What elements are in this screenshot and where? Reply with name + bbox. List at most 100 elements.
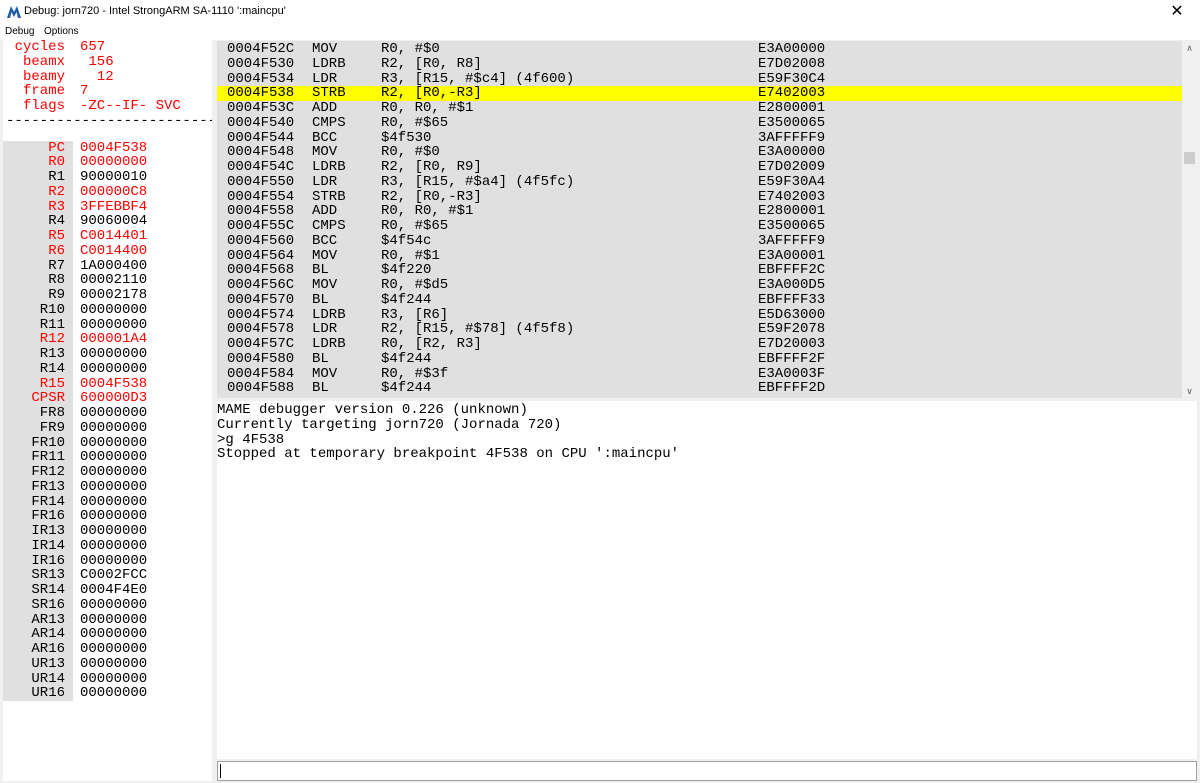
register-value[interactable]: 000000C8	[80, 184, 147, 200]
disasm-row[interactable]: 0004F578 LDR R2, [R15, #$78] (4f5f8) E59F20…	[217, 322, 1182, 337]
disasm-row[interactable]: 0004F588 BL $4f244 EBFFFF2D	[217, 381, 1182, 396]
disasm-address: 0004F53C	[227, 100, 295, 116]
register-value[interactable]: 00000000	[80, 627, 147, 642]
disasm-hex: E5D63000	[758, 306, 826, 323]
register-value[interactable]: 00000000	[80, 686, 147, 701]
disasm-row[interactable]: 0004F574 LDRB R3, [R6] E5D63000	[217, 306, 1182, 323]
cpu-state-panel[interactable]: cycles 657 beamx 156 beamy 12 frame 7 flags -ZC…	[3, 40, 212, 781]
register-value[interactable]: 00000000	[80, 317, 147, 333]
disasm-row[interactable]: 0004F52C MOV R0, #$0 E3A00000	[217, 42, 1182, 57]
disasm-row[interactable]: 0004F548 MOV R0, #$0 E3A00000	[217, 145, 1182, 160]
disasm-operands: $4f530	[381, 129, 432, 146]
close-button[interactable]: ✕	[1154, 0, 1200, 24]
register-value[interactable]: 0004F538	[80, 376, 147, 392]
register-value[interactable]: 00000000	[80, 642, 147, 657]
register-value[interactable]: 00000000	[80, 435, 147, 451]
register-value[interactable]: 600000D3	[80, 391, 147, 406]
register-value[interactable]: 00000000	[80, 465, 147, 480]
register-label: FR16	[31, 508, 65, 525]
disasm-opcode: MOV	[312, 247, 338, 264]
register-label: FR14	[31, 493, 65, 510]
disasm-row[interactable]: 0004F54C LDRB R2, [R0, R9] E7D02009	[217, 160, 1182, 175]
state-value: 156	[80, 53, 114, 70]
register-label: R1	[48, 169, 65, 185]
state-label: cycles	[14, 40, 65, 55]
register-value[interactable]: 00000000	[80, 494, 147, 510]
menu-options[interactable]: Options	[44, 26, 78, 37]
register-value[interactable]: 00000000	[80, 671, 147, 687]
disasm-row[interactable]: 0004F550 LDR R3, [R15, #$a4] (4f5fc) E59F30…	[217, 174, 1182, 190]
scroll-thumb[interactable]	[1184, 152, 1195, 164]
register-value[interactable]: 0004F538	[80, 140, 147, 156]
register-value[interactable]: 00000000	[80, 524, 147, 539]
disasm-row[interactable]: 0004F554 STRB R2, [R0,-R3] E7402003	[217, 189, 1182, 205]
register-value[interactable]: C0014400	[80, 243, 147, 259]
register-value[interactable]: 00000000	[80, 509, 147, 524]
register-label: FR11	[31, 449, 65, 466]
register-value[interactable]: 1A000400	[80, 258, 147, 274]
register-value[interactable]: 00000000	[80, 597, 147, 613]
state-value: 12	[80, 68, 114, 85]
disasm-row[interactable]: 0004F580 BL $4f244 EBFFFF2F	[217, 350, 1182, 367]
disasm-opcode: BL	[312, 262, 329, 279]
disasm-hex: EBFFFF2F	[758, 350, 826, 367]
disasm-row[interactable]: 0004F540 CMPS R0, #$65 E3500065	[217, 114, 1182, 131]
disasm-row[interactable]: 0004F544 BCC $4f530 3AFFFFF9	[217, 129, 1182, 146]
register-value[interactable]: 90060004	[80, 214, 147, 229]
disasm-opcode: MOV	[312, 365, 338, 382]
register-value[interactable]: 90000010	[80, 170, 147, 185]
scroll-down-arrow-icon[interactable]: ∨	[1182, 384, 1197, 398]
disasm-row[interactable]: 0004F568 BL $4f220 EBFFFF2C	[217, 263, 1182, 278]
register-value[interactable]: 00000000	[80, 656, 147, 672]
register-label: R11	[39, 316, 65, 333]
register-value[interactable]: 00000000	[80, 420, 147, 436]
register-value[interactable]: 00000000	[80, 361, 147, 377]
disassembly-scrollbar[interactable]: ∧ ∨	[1182, 41, 1197, 398]
disasm-row[interactable]: 0004F53C ADD R0, R0, #$1 E2800001	[217, 101, 1182, 116]
disasm-row[interactable]: 0004F57C LDRB R0, [R2, R3] E7D20003	[217, 337, 1182, 352]
disasm-row[interactable]: 0004F570 BL $4f244 EBFFFF33	[217, 292, 1182, 308]
disasm-row[interactable]: 0004F55C CMPS R0, #$65 E3500065	[217, 219, 1182, 234]
register-value[interactable]: 3FFEBBF4	[80, 199, 147, 215]
register-value[interactable]: 00000000	[80, 450, 147, 465]
register-label: FR10	[31, 434, 65, 451]
disasm-row[interactable]: 0004F560 BCC $4f54c 3AFFFFF9	[217, 232, 1182, 249]
console-line: >g 4F538	[217, 431, 285, 448]
register-value[interactable]: 00000000	[80, 406, 147, 421]
command-input[interactable]	[217, 761, 1197, 781]
disasm-address: 0004F540	[227, 114, 295, 131]
disasm-row[interactable]: 0004F530 LDRB R2, [R0, R8] E7D02008	[217, 56, 1182, 72]
disasm-opcode: LDR	[312, 321, 338, 338]
register-value[interactable]: 00002110	[80, 273, 147, 288]
disasm-operands: R2, [R0,-R3]	[381, 85, 482, 102]
splitter[interactable]	[213, 40, 216, 783]
disasm-row[interactable]: 0004F584 MOV R0, #$3f E3A0003F	[217, 365, 1182, 382]
scroll-up-arrow-icon[interactable]: ∧	[1182, 41, 1197, 55]
disasm-opcode: BCC	[312, 232, 338, 249]
register-value[interactable]: 00000000	[80, 612, 147, 628]
disasm-opcode: LDRB	[312, 306, 346, 323]
register-value[interactable]: 00000000	[80, 538, 147, 554]
register-value[interactable]: 00000000	[80, 347, 147, 362]
register-value[interactable]: 00000000	[80, 553, 147, 569]
register-value[interactable]: 00000000	[80, 302, 147, 318]
menu-debug[interactable]: Debug	[5, 26, 34, 37]
disasm-row[interactable]: 0004F564 MOV R0, #$1 E3A00001	[217, 247, 1182, 264]
disasm-address: 0004F55C	[227, 218, 295, 234]
text-caret	[220, 764, 221, 778]
disasm-row-current[interactable]: 0004F538 STRB R2, [R0,-R3] E7402003	[217, 86, 1182, 101]
register-value[interactable]: 00002178	[80, 288, 147, 303]
register-value[interactable]: 00000000	[80, 479, 147, 495]
register-value[interactable]: C0002FCC	[80, 568, 147, 583]
register-value[interactable]: 000001A4	[80, 332, 147, 347]
register-value[interactable]: C0014401	[80, 229, 147, 244]
register-value[interactable]: 0004F4E0	[80, 583, 147, 598]
disasm-opcode: CMPS	[312, 218, 346, 234]
disasm-row[interactable]: 0004F56C MOV R0, #$d5 E3A000D5	[217, 278, 1182, 293]
disassembly-view[interactable]: 0004F52C MOV R0, #$0 E3A00000 0004F530 LDRB R2…	[217, 41, 1182, 398]
disasm-row[interactable]: 0004F534 LDR R3, [R15, #$c4] (4f600) E59F30…	[217, 71, 1182, 87]
disasm-address: 0004F568	[227, 262, 295, 279]
register-value[interactable]: 00000000	[80, 155, 147, 170]
disasm-address: 0004F56C	[227, 277, 295, 293]
disasm-row[interactable]: 0004F558 ADD R0, R0, #$1 E2800001	[217, 204, 1182, 219]
